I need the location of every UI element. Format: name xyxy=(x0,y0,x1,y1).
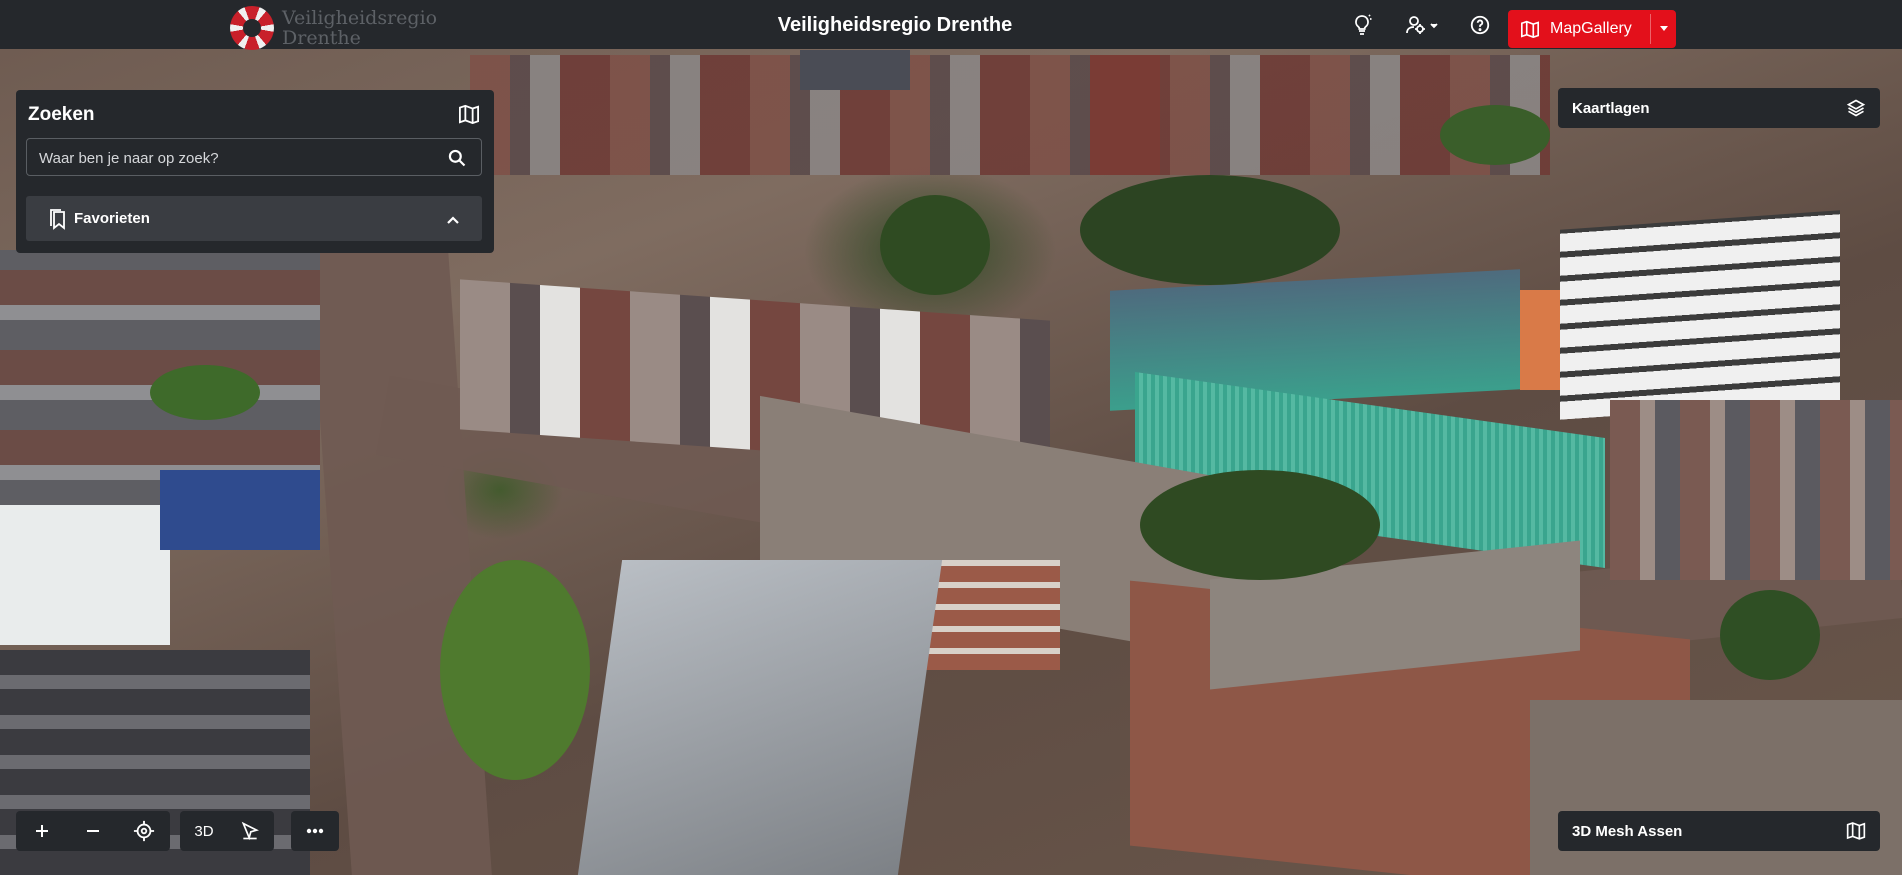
map-building-office xyxy=(1560,210,1840,420)
mapgallery-button[interactable]: MapGallery xyxy=(1508,10,1676,48)
search-box xyxy=(26,138,482,177)
map-tree xyxy=(880,195,990,295)
map-icon xyxy=(1521,20,1539,38)
tilt-icon xyxy=(241,821,259,841)
search-panel: Zoeken Favorieten xyxy=(16,90,494,253)
mapgallery-label: MapGallery xyxy=(1550,20,1632,37)
more-icon xyxy=(291,811,339,851)
zoom-out-button[interactable] xyxy=(69,811,117,851)
map-tree xyxy=(150,365,260,420)
zoom-controls xyxy=(16,811,170,851)
map-building xyxy=(800,50,910,90)
button-divider xyxy=(1650,14,1651,44)
chevron-up-icon xyxy=(446,212,460,230)
toggle-3d-button[interactable]: 3D xyxy=(180,811,228,851)
map-icon[interactable] xyxy=(458,104,480,129)
map-tree xyxy=(1080,175,1340,285)
plus-icon xyxy=(36,825,48,837)
layers-icon xyxy=(1846,97,1866,124)
map-building-white xyxy=(0,505,170,645)
view-mode-controls: 3D xyxy=(180,811,274,851)
tilt-button[interactable] xyxy=(226,811,274,851)
map-icon xyxy=(1846,821,1866,845)
top-bar: Veiligheidsregio Drenthe Veiligheidsregi… xyxy=(0,0,1902,50)
favorites-label: Favorieten xyxy=(74,210,150,227)
locate-button[interactable] xyxy=(120,811,168,851)
search-input[interactable] xyxy=(27,139,441,177)
layers-label: Kaartlagen xyxy=(1572,100,1650,117)
map-tree xyxy=(1440,105,1550,165)
map-buildings xyxy=(1610,400,1902,580)
map-tree xyxy=(440,560,590,780)
locate-icon xyxy=(133,820,155,842)
map-roof-grey xyxy=(577,560,943,875)
map-tree xyxy=(1720,590,1820,680)
favorites-toggle[interactable]: Favorieten xyxy=(26,196,482,241)
basemap-toggle[interactable]: 3D Mesh Assen xyxy=(1558,811,1880,851)
more-options-button[interactable] xyxy=(291,811,339,851)
zoom-in-button[interactable] xyxy=(18,811,66,851)
map-building xyxy=(1090,55,1160,175)
chevron-down-icon[interactable] xyxy=(1660,26,1668,31)
user-settings-icon[interactable] xyxy=(1404,14,1440,36)
basemap-label: 3D Mesh Assen xyxy=(1572,823,1683,840)
layers-panel-toggle[interactable]: Kaartlagen xyxy=(1558,88,1880,128)
help-icon[interactable] xyxy=(1468,14,1492,36)
bookmark-icon xyxy=(48,208,68,235)
map-building-blue xyxy=(160,470,320,550)
toggle-3d-label: 3D xyxy=(194,822,214,840)
map-buildings xyxy=(470,55,1550,175)
search-icon[interactable] xyxy=(447,148,467,173)
map-tree xyxy=(1140,470,1380,580)
search-panel-title: Zoeken xyxy=(28,104,95,125)
minus-icon xyxy=(87,830,99,832)
lightbulb-icon[interactable] xyxy=(1350,14,1374,36)
